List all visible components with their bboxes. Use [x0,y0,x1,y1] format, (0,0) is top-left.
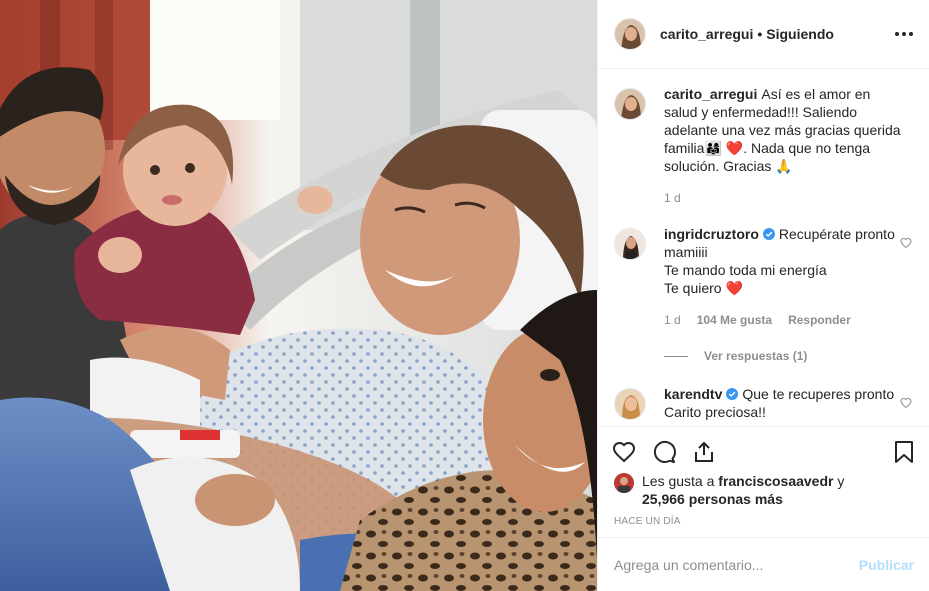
heart-icon[interactable] [612,440,636,464]
reply-button[interactable]: Responder [788,311,851,329]
following-button[interactable]: Siguiendo [766,26,834,42]
avatar-image [615,19,645,49]
separator-dot: • [757,26,763,42]
likes-prefix: Les gusta a [642,473,715,489]
comment-body: ingridcruztoro Recupérate pronto mamiiii … [664,225,904,329]
liker-username[interactable]: franciscosaavedr [718,473,833,489]
verified-icon [726,388,739,400]
more-icon[interactable] [892,22,916,46]
hospital-selfie-image [0,0,597,591]
header-meta: carito_arregui • Siguiendo [660,26,834,42]
caption: carito_arregui Así es el amor en salud y … [614,85,914,207]
comment-like-icon[interactable] [900,397,912,409]
comment-likes[interactable]: 104 Me gusta [697,311,772,329]
caption-username[interactable]: carito_arregui [664,86,757,102]
instagram-post: carito_arregui • Siguiendo carito_arregu… [0,0,929,591]
add-comment-bar: Publicar [598,537,929,591]
comment-body: karendtv Que te recuperes pronto Carito p… [664,385,904,421]
post-sidebar: carito_arregui • Siguiendo carito_arregu… [597,0,929,591]
bookmark-icon[interactable] [892,440,916,464]
comment-icon[interactable] [652,440,676,464]
publish-button[interactable]: Publicar [859,557,914,573]
caption-time[interactable]: 1 d [664,189,681,207]
verified-icon [762,228,775,240]
likes-conj: y [837,473,845,489]
post-timestamp[interactable]: HACE UN DÍA [614,516,681,527]
caption-body: carito_arregui Así es el amor en salud y … [664,85,904,207]
post-photo[interactable] [0,0,597,591]
comment-meta: 1 d 104 Me gusta Responder [664,311,904,329]
likes-text: Les gusta a franciscosaavedr y 25,966 pe… [642,472,844,508]
comment-avatar[interactable] [614,228,646,260]
comment-username[interactable]: karendtv [664,386,722,402]
caption-meta: 1 d [664,189,904,207]
liker-avatar[interactable] [614,473,634,493]
comment-item: karendtv Que te recuperes pronto Carito p… [614,385,914,421]
comment-avatar[interactable] [614,388,646,420]
comment-item: ingridcruztoro Recupérate pronto mamiiii … [614,225,914,329]
comment-like-icon[interactable] [900,237,912,249]
replies-line [664,355,688,357]
share-icon[interactable] [692,440,716,464]
caption-avatar[interactable] [614,88,646,120]
comment-input[interactable] [614,556,859,573]
view-replies-button[interactable]: Ver respuestas (1) [664,349,914,363]
view-replies-label: Ver respuestas (1) [704,349,808,363]
likes-summary: Les gusta a franciscosaavedr y 25,966 pe… [614,472,914,508]
post-header: carito_arregui • Siguiendo [598,0,929,69]
comments-list[interactable]: carito_arregui Así es el amor en salud y … [598,69,929,426]
comment-username[interactable]: ingridcruztoro [664,226,759,242]
comment-time[interactable]: 1 d [664,311,681,329]
likes-count[interactable]: 25,966 personas más [642,491,783,507]
author-username[interactable]: carito_arregui [660,26,753,42]
action-bar [598,426,929,476]
author-avatar[interactable] [614,18,646,50]
